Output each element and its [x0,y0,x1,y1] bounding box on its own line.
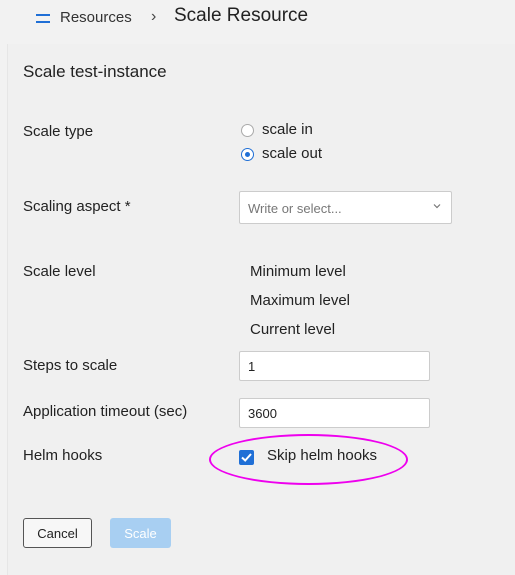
radio-scale-out[interactable] [241,148,254,161]
breadcrumb-resources-link[interactable]: Resources [60,9,132,26]
scaling-aspect-select[interactable]: Write or select... [239,191,452,224]
steps-to-scale-input[interactable]: 1 [239,351,430,381]
scale-type-label: Scale type [23,123,94,140]
highlight-annotation [209,434,408,485]
radio-scale-in[interactable] [241,124,254,137]
cancel-button[interactable]: Cancel [23,518,92,548]
current-level-text: Current level [250,321,336,338]
helm-hooks-label: Helm hooks [23,447,103,464]
application-timeout-input[interactable]: 3600 [239,398,430,428]
scaling-aspect-label: Scaling aspect * [23,198,131,215]
scale-level-label: Scale level [23,263,96,280]
scale-button[interactable]: Scale [110,518,171,548]
page-title: Scale Resource [174,5,309,26]
minimum-level-text: Minimum level [250,263,346,280]
chevron-down-icon [433,204,441,209]
radio-scale-in-label[interactable]: scale in [262,121,313,138]
radio-scale-out-label[interactable]: scale out [262,145,322,162]
maximum-level-text: Maximum level [250,292,351,309]
menu-icon[interactable] [36,13,50,25]
form-heading: Scale test-instance [23,62,167,81]
steps-to-scale-label: Steps to scale [23,357,118,374]
application-timeout-label: Application timeout (sec) [23,403,188,420]
chevron-right-icon: › [151,8,157,25]
scaling-aspect-placeholder: Write or select... [248,201,342,216]
top-bar: Resources › Scale Resource [0,0,515,44]
